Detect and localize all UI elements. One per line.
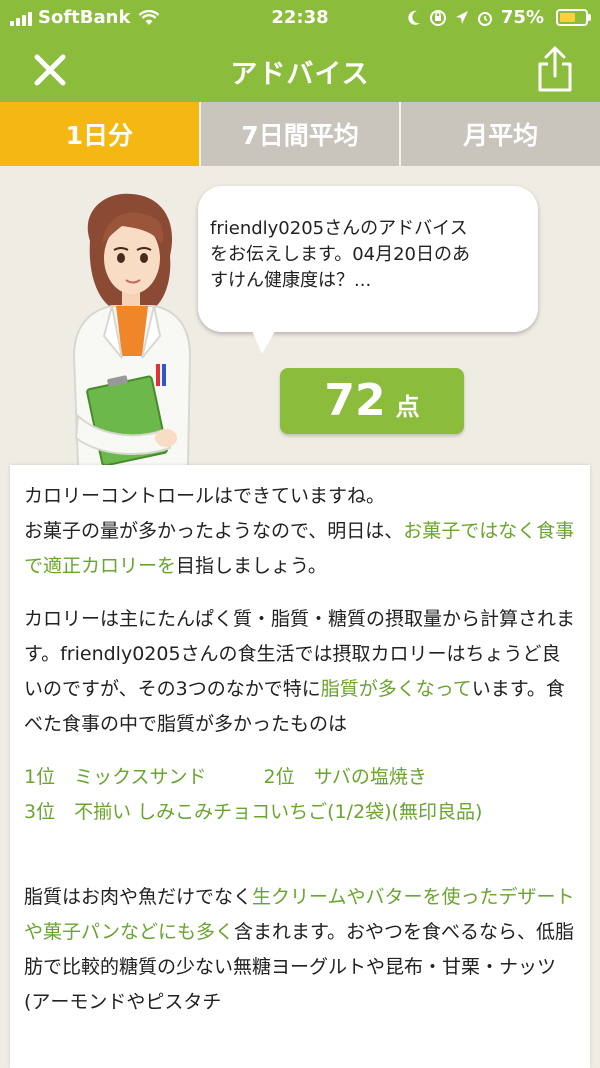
period-tabs: 1日分 7日間平均 月平均	[0, 102, 600, 166]
speech-bubble: friendly0205さんのアドバイス をお伝えします。04月20日のあ すけ…	[198, 186, 538, 332]
tab-daily[interactable]: 1日分	[0, 102, 199, 166]
advice-text: カロリーコントロールはできていますね。	[24, 485, 386, 507]
advice-paragraph-1: カロリーコントロールはできていますね。 お菓子の量が多かったようなので、明日は、…	[24, 479, 576, 584]
nurse-illustration	[72, 193, 192, 467]
orientation-lock-icon	[429, 9, 446, 26]
ranking-list: 1位 ミックスサンド 2位 サバの塩焼き 3位 不揃い しみこみチョコいちご(1…	[24, 760, 576, 830]
advice-text: 脂質はお肉や魚だけでなく	[24, 886, 253, 908]
tab-monthly-average[interactable]: 月平均	[399, 102, 600, 166]
page-title: アドバイス	[230, 59, 370, 90]
status-bar: SoftBank 22:38 75%	[0, 0, 600, 36]
location-icon	[455, 10, 468, 24]
nav-bar: アドバイス	[0, 36, 600, 102]
ranking-line-2: 3位 不揃い しみこみチョコいちご(1/2袋)(無印良品)	[24, 801, 483, 823]
advice-paragraph-2: カロリーは主にたんぱく質・脂質・糖質の摂取量から計算されます。friendly0…	[24, 602, 576, 742]
advice-paragraph-3: 脂質はお肉や魚だけでなく生クリームやバターを使ったデザートや菓子パンなどにも多く…	[24, 880, 576, 1020]
battery-icon	[556, 9, 591, 26]
alarm-icon	[477, 11, 492, 26]
score-unit: 点	[395, 393, 420, 421]
advice-text: お菓子の量が多かったようなので、明日は、	[24, 520, 404, 542]
score-value: 72	[324, 375, 386, 426]
advice-text: 目指しましょう。	[176, 555, 327, 577]
status-right: 75%	[407, 7, 591, 28]
battery-percent: 75%	[500, 7, 544, 28]
share-icon[interactable]	[534, 44, 576, 94]
ranking-line-1: 1位 ミックスサンド 2位 サバの塩焼き	[24, 766, 427, 788]
tab-7day-average[interactable]: 7日間平均	[198, 102, 400, 166]
speech-text: friendly0205さんのアドバイス をお伝えします。04月20日のあ すけ…	[210, 218, 471, 291]
advice-highlight: 脂質が多くなって	[320, 678, 472, 700]
advice-content: カロリーコントロールはできていますね。 お菓子の量が多かったようなので、明日は、…	[24, 479, 576, 1020]
advice-card: カロリーコントロールはできていますね。 お菓子の量が多かったようなので、明日は、…	[10, 465, 590, 1068]
speech-bubble-tail	[250, 326, 278, 354]
battery-fill	[560, 13, 575, 22]
moon-icon	[408, 10, 420, 25]
health-score-badge: 72 点	[280, 368, 464, 434]
